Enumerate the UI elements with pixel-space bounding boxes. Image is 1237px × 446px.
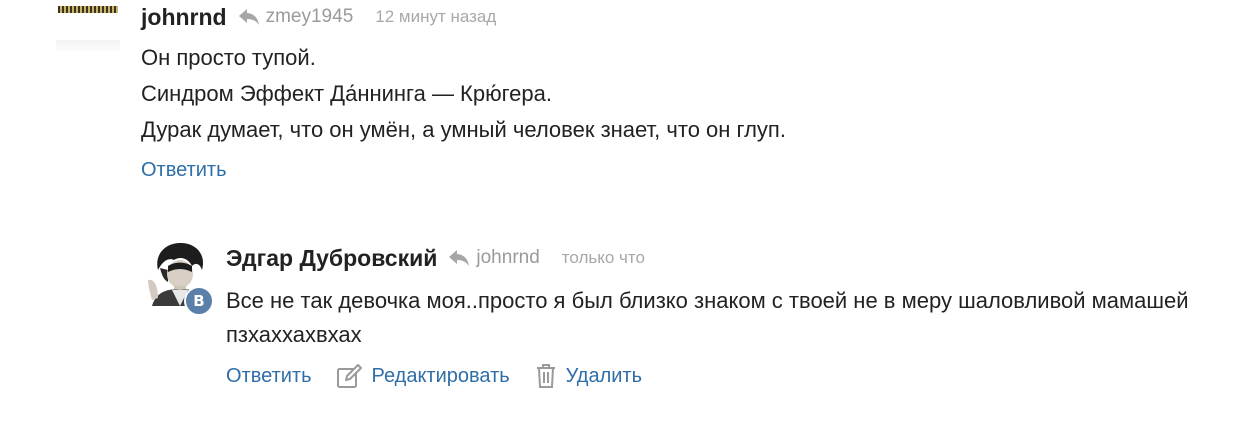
comment-actions: Ответить [141,155,227,185]
trash-icon [534,363,558,389]
comment-meta: Эдгар Дубровский johnrnd только что [226,242,645,274]
comment-timestamp[interactable]: только что [562,248,645,268]
author-name[interactable]: Эдгар Дубровский [226,245,437,272]
avatar-image [58,6,118,13]
comment-timestamp[interactable]: 12 минут назад [375,7,496,27]
delete-button[interactable]: Удалить [534,363,642,389]
comment-line: Дурак думает, что он умён, а умный челов… [141,117,786,142]
reply-arrow-icon [447,248,471,268]
delete-button-label: Удалить [565,364,643,387]
reply-button-label: Ответить [226,364,312,387]
reply-arrow-icon [237,7,261,27]
vk-badge-icon: B [184,286,214,316]
comment-meta: johnrnd zmey1945 12 минут назад [141,2,496,32]
reply-to-user[interactable]: zmey1945 [266,6,354,28]
comment-actions: Ответить Редактировать Удалить [226,360,642,392]
comment-body: Все не так девочка моя..просто я был бли… [226,288,1189,347]
reply-button[interactable]: Ответить [141,159,227,182]
comment-line: Синдром Эффект Да́ннинга — Крю́гера. [141,81,552,106]
avatar-fade [56,40,120,52]
comment-body: Он просто тупой. Синдром Эффект Да́ннинг… [141,40,1201,148]
pencil-square-icon [336,363,364,389]
avatar[interactable] [56,0,120,52]
edit-button-label: Редактировать [371,364,510,387]
reply-to-user[interactable]: johnrnd [476,247,539,269]
edit-button[interactable]: Редактировать [336,363,510,389]
author-name[interactable]: johnrnd [141,4,227,31]
comment-line: Он просто тупой. [141,45,316,70]
reply-button[interactable]: Ответить [226,365,312,388]
comment-johnrnd: johnrnd zmey1945 12 минут назад Он прост… [0,0,1237,210]
